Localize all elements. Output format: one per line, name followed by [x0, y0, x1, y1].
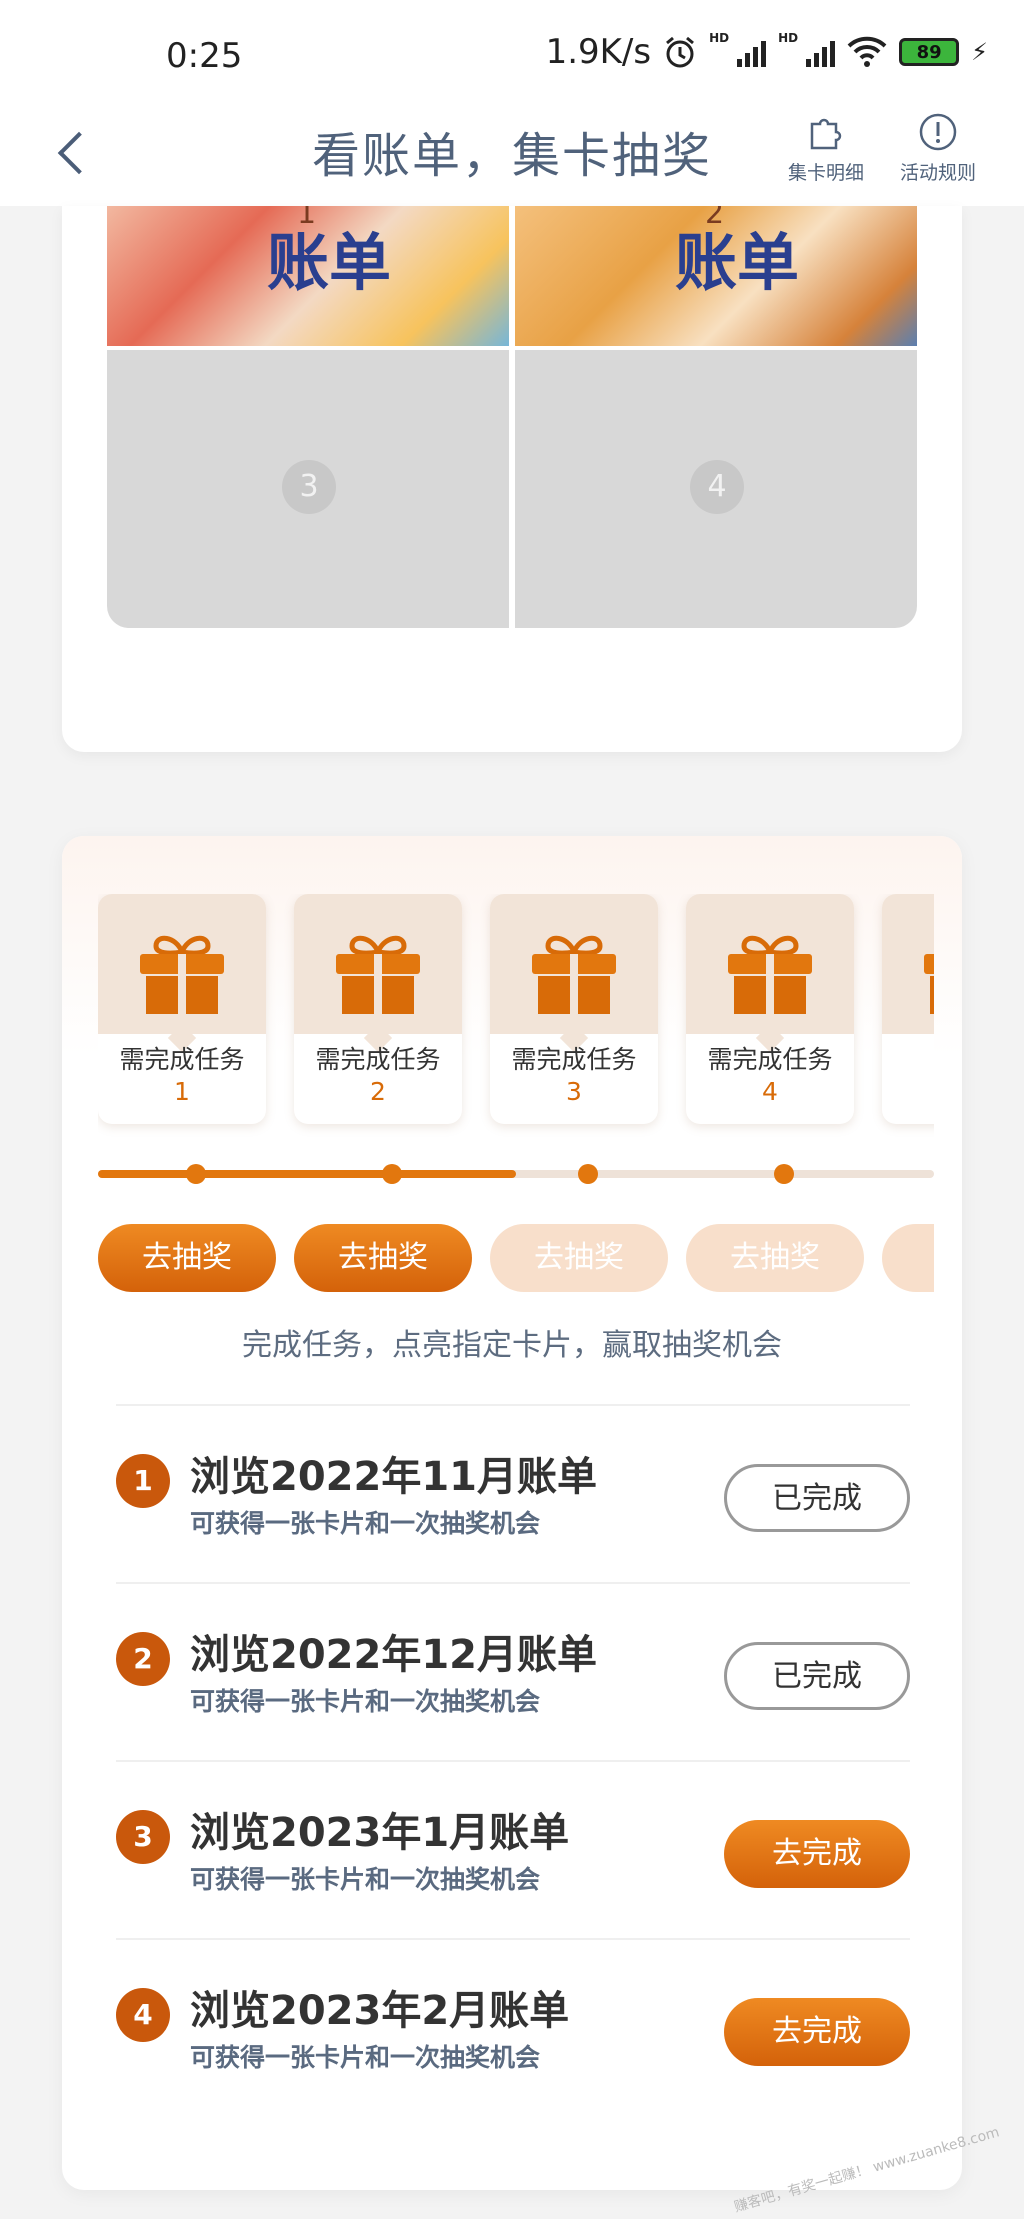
- reward-label: 需完成任务 1: [119, 1045, 245, 1106]
- reward-task-count: 3: [566, 1077, 582, 1106]
- task-subtitle: 可获得一张卡片和一次抽奖机会: [190, 1509, 541, 1538]
- progress-dot-3: [578, 1164, 598, 1184]
- rules-label: 活动规则: [899, 162, 976, 184]
- card-4-locked[interactable]: 4: [515, 350, 917, 628]
- reward-card-4[interactable]: 需完成任务 4: [686, 894, 854, 1124]
- task-go-button[interactable]: 去完成: [724, 1998, 910, 2066]
- reward-card-2[interactable]: 需完成任务 2: [294, 894, 462, 1124]
- draw-button-1[interactable]: 去抽奖: [98, 1224, 276, 1292]
- task-item-4: 4 浏览2023年2月账单 可获得一张卡片和一次抽奖机会 去完成: [116, 1938, 910, 2116]
- reward-label: 需完成任务 3: [511, 1045, 637, 1106]
- draw-button-3[interactable]: 去抽奖: [490, 1224, 668, 1292]
- gift-icon: [140, 935, 224, 1014]
- signal-icon-1: [737, 37, 767, 67]
- card-collection-panel: 1 账单 2 账单 3 4: [62, 206, 962, 752]
- gift-icon: [728, 935, 812, 1014]
- task-panel: 需完成任务1 需完成任务2 需完成任务3 需完成任务4 需完: [62, 836, 962, 2190]
- reward-label: 需完成任务 2: [315, 1045, 441, 1106]
- charging-icon: ⚡: [971, 38, 988, 66]
- task-done-button[interactable]: 已完成: [724, 1464, 910, 1532]
- task-number-badge: 4: [116, 1988, 170, 2042]
- task-number-badge: 2: [116, 1632, 170, 1686]
- app-header: 看账单，集卡抽奖 集卡明细 活动规则: [0, 110, 1024, 206]
- card-number-badge: 3: [282, 460, 336, 514]
- card-2[interactable]: 2 账单: [515, 206, 917, 346]
- signal-icon-2: [806, 37, 836, 67]
- card-1[interactable]: 1 账单: [107, 206, 509, 346]
- progress-dot-1: [186, 1164, 206, 1184]
- puzzle-icon: [810, 118, 842, 150]
- reward-card-3[interactable]: 需完成任务 3: [490, 894, 658, 1124]
- wifi-icon: [847, 36, 887, 67]
- card-3-locked[interactable]: 3: [107, 350, 509, 628]
- page: 0:25 1.9K/s HD HD 89 ⚡ 看账单，集卡抽奖 集卡明细 活动规…: [0, 0, 1024, 2219]
- gift-icon: [532, 935, 616, 1014]
- progress-dot-4: [774, 1164, 794, 1184]
- reward-task-count: 2: [370, 1077, 386, 1106]
- task-item-2: 2 浏览2022年12月账单 可获得一张卡片和一次抽奖机会 已完成: [116, 1582, 910, 1760]
- reward-card-5[interactable]: 需完: [882, 894, 934, 1124]
- task-number-badge: 3: [116, 1810, 170, 1864]
- battery-icon: 89: [899, 38, 960, 66]
- task-go-button[interactable]: 去完成: [724, 1820, 910, 1888]
- task-subtitle: 可获得一张卡片和一次抽奖机会: [190, 1687, 541, 1716]
- task-done-button[interactable]: 已完成: [724, 1642, 910, 1710]
- reward-progress-track: [98, 1164, 934, 1184]
- draw-button-5[interactable]: 去: [882, 1224, 934, 1292]
- draw-button-2[interactable]: 去抽奖: [294, 1224, 472, 1292]
- reward-task-count: 4: [762, 1077, 778, 1106]
- reward-card-1[interactable]: 需完成任务 1: [98, 894, 266, 1124]
- reward-rail: 需完成任务1 需完成任务2 需完成任务3 需完成任务4 需完: [98, 894, 934, 1344]
- rules-button[interactable]: 活动规则: [888, 110, 988, 185]
- hd-badge-2: HD: [778, 31, 799, 45]
- task-title: 浏览2022年12月账单: [190, 1632, 597, 1678]
- reward-progress-fill: [98, 1170, 516, 1178]
- task-title: 浏览2023年2月账单: [190, 1988, 570, 2034]
- gift-icon: [336, 935, 420, 1014]
- status-indicators: 1.9K/s HD HD 89 ⚡: [545, 31, 988, 72]
- card-grid: 1 账单 2 账单 3 4: [107, 206, 917, 628]
- task-number-badge: 1: [116, 1454, 170, 1508]
- status-bar: 0:25 1.9K/s HD HD 89 ⚡: [0, 0, 1024, 110]
- task-item-3: 3 浏览2023年1月账单 可获得一张卡片和一次抽奖机会 去完成: [116, 1760, 910, 1938]
- card-number-badge: 4: [690, 460, 744, 514]
- task-title: 浏览2023年1月账单: [190, 1810, 570, 1856]
- task-hint: 完成任务，点亮指定卡片，赢取抽奖机会: [242, 1328, 782, 1363]
- alarm-icon: [666, 36, 695, 68]
- reward-label: 需完成任务 4: [707, 1045, 833, 1106]
- gift-icon: [924, 954, 934, 1014]
- draw-button-4[interactable]: 去抽奖: [686, 1224, 864, 1292]
- card-detail-button[interactable]: 集卡明细: [776, 110, 876, 185]
- task-title: 浏览2022年11月账单: [190, 1454, 597, 1500]
- reward-label: 需完: [882, 1044, 934, 1076]
- hd-badge-1: HD: [709, 31, 730, 45]
- task-subtitle: 可获得一张卡片和一次抽奖机会: [190, 1865, 541, 1894]
- card-detail-label: 集卡明细: [787, 162, 864, 184]
- card-word: 账单: [267, 226, 392, 299]
- status-time: 0:25: [166, 36, 243, 76]
- task-item-1: 1 浏览2022年11月账单 可获得一张卡片和一次抽奖机会 已完成: [116, 1404, 910, 1582]
- reward-task-count: 1: [174, 1077, 190, 1106]
- network-speed: 1.9K/s: [545, 32, 652, 72]
- card-word: 账单: [675, 226, 800, 299]
- info-icon: [919, 113, 957, 151]
- task-subtitle: 可获得一张卡片和一次抽奖机会: [190, 2043, 541, 2072]
- progress-dot-2: [382, 1164, 402, 1184]
